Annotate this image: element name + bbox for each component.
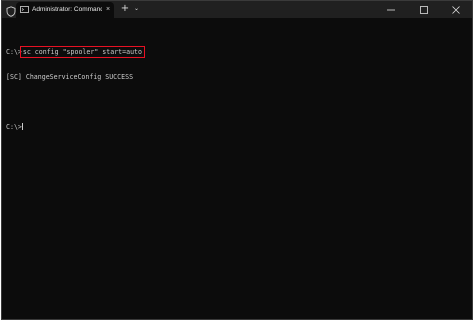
- current-prompt-line[interactable]: C:\>: [6, 123, 468, 131]
- tab-title: Administrator: Command Prom: [32, 6, 102, 13]
- tab-command-prompt[interactable]: Administrator: Command Prom ×: [16, 2, 114, 18]
- maximize-button[interactable]: [410, 1, 438, 18]
- text-cursor: [21, 123, 23, 131]
- terminal-output[interactable]: C:\>sc config "spooler" start=auto [SC] …: [6, 31, 468, 149]
- prompt: C:\>: [6, 123, 22, 132]
- close-window-button[interactable]: [442, 1, 470, 18]
- terminal-icon: [20, 6, 29, 13]
- plus-icon[interactable]: +: [120, 3, 130, 15]
- minimize-button[interactable]: [377, 1, 405, 18]
- command-line: C:\>sc config "spooler" start=auto: [6, 45, 468, 58]
- title-bar[interactable]: Administrator: Command Prom × + ⌄: [2, 1, 472, 18]
- chevron-down-icon[interactable]: ⌄: [132, 4, 141, 14]
- command-output: [SC] ChangeServiceConfig SUCCESS: [6, 73, 134, 82]
- minimize-icon: [387, 9, 395, 11]
- highlighted-command: sc config "spooler" start=auto: [19, 45, 145, 58]
- maximize-icon: [420, 6, 428, 14]
- terminal-window: Administrator: Command Prom × + ⌄ C:\>sc…: [2, 1, 472, 319]
- close-icon[interactable]: ×: [104, 5, 112, 14]
- shield-icon: [6, 4, 16, 17]
- output-line: [SC] ChangeServiceConfig SUCCESS: [6, 73, 468, 81]
- close-window-icon: [452, 6, 460, 14]
- prompt: C:\>: [6, 47, 22, 56]
